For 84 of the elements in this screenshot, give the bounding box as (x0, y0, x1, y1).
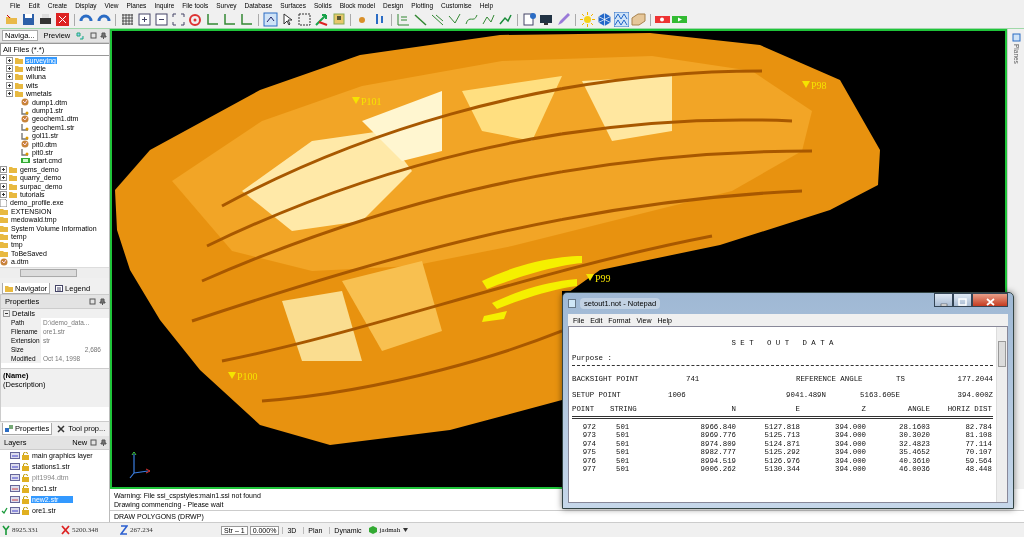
xz-axes-icon[interactable] (222, 12, 237, 27)
padlock-icon[interactable] (22, 462, 29, 471)
curve-icon[interactable] (464, 12, 479, 27)
scrollbar[interactable] (996, 327, 1007, 502)
save-icon[interactable] (21, 12, 36, 27)
survey-point-marker-icon (802, 81, 810, 88)
padlock-icon[interactable] (22, 473, 29, 482)
collapse-toggle[interactable] (3, 310, 10, 317)
target-icon[interactable] (188, 12, 203, 27)
scrollbar[interactable] (0, 267, 109, 278)
close-icon (985, 298, 995, 306)
printer-icon[interactable] (38, 12, 53, 27)
close-button[interactable] (972, 293, 1008, 307)
point-label: P99 (595, 274, 611, 284)
padlock-icon[interactable] (22, 506, 29, 515)
minimize-button[interactable] (934, 293, 953, 307)
string-file-icon (21, 106, 29, 115)
expand-toggle[interactable] (0, 182, 7, 190)
expand-toggle[interactable] (6, 65, 13, 73)
move-arrows-icon[interactable] (314, 12, 329, 27)
scrollbar-thumb[interactable] (20, 269, 77, 277)
surface-file-icon (21, 114, 29, 123)
point-label: P101 (361, 97, 382, 107)
layer-visibility-icon[interactable] (10, 474, 20, 481)
triangles-icon[interactable] (614, 12, 629, 27)
layer-visibility-icon[interactable] (10, 463, 20, 470)
expand-toggle[interactable] (0, 165, 7, 173)
point-label: P98 (811, 81, 827, 91)
xy-axes-icon[interactable] (205, 12, 220, 27)
expand-toggle[interactable] (6, 90, 13, 98)
pin-icon[interactable] (99, 298, 107, 305)
list-icon (55, 284, 64, 292)
cube-icon (368, 526, 377, 534)
yz-axes-icon[interactable] (239, 12, 254, 27)
line-icon[interactable] (413, 12, 428, 27)
caret-icon[interactable] (403, 528, 409, 532)
expand-toggle[interactable] (0, 174, 7, 182)
expand-toggle[interactable] (6, 56, 13, 64)
monitor-icon[interactable] (539, 12, 554, 27)
survey-point-marker-icon (228, 372, 236, 379)
survey-point-marker-icon (586, 274, 594, 281)
expand-toggle[interactable] (0, 190, 7, 198)
folder-icon (5, 284, 13, 292)
layer-visibility-icon[interactable] (10, 485, 20, 492)
expand-toggle[interactable] (6, 81, 13, 89)
zoom-in-icon[interactable] (137, 12, 152, 27)
pin-icon[interactable] (100, 439, 108, 446)
padlock-icon[interactable] (22, 451, 29, 460)
y-axis-icon (2, 525, 10, 535)
hexagon-icon[interactable] (597, 12, 612, 27)
maximize-button[interactable] (953, 293, 972, 307)
tools-icon (57, 424, 67, 433)
string-file-icon (21, 148, 29, 157)
surface-file-icon (0, 257, 8, 266)
grid-icon[interactable] (120, 12, 135, 27)
layer-visibility-icon[interactable] (10, 496, 20, 503)
scrollbar-thumb[interactable] (998, 341, 1006, 367)
padlock-icon[interactable] (22, 495, 29, 504)
line-segment-icon[interactable] (430, 12, 445, 27)
x-axis-icon (61, 525, 70, 535)
cross-square-icon[interactable] (55, 12, 70, 27)
join-icon[interactable] (481, 12, 496, 27)
float-icon[interactable] (90, 32, 98, 39)
zoom-out-icon[interactable] (154, 12, 169, 27)
axes-icon (128, 451, 152, 479)
pin-icon[interactable] (100, 32, 108, 39)
layer-visibility-icon[interactable] (10, 507, 20, 514)
surface-file-icon (21, 140, 29, 149)
float-icon[interactable] (90, 439, 98, 446)
surface-file-icon (21, 98, 29, 107)
float-icon[interactable] (89, 298, 97, 305)
layer-visibility-icon[interactable] (10, 452, 20, 459)
z-axis-icon (120, 525, 128, 535)
minimize-icon (939, 300, 948, 306)
survey-point-marker-icon (352, 97, 360, 104)
properties-icon (5, 424, 13, 433)
maximize-icon (958, 298, 967, 306)
report-icon[interactable] (522, 12, 537, 27)
pointer-icon[interactable] (280, 12, 295, 27)
notepad-icon (568, 299, 576, 308)
expand-toggle[interactable] (6, 73, 13, 81)
command-file-icon (21, 158, 30, 164)
point-label: P100 (237, 372, 258, 382)
padlock-icon[interactable] (22, 484, 29, 493)
